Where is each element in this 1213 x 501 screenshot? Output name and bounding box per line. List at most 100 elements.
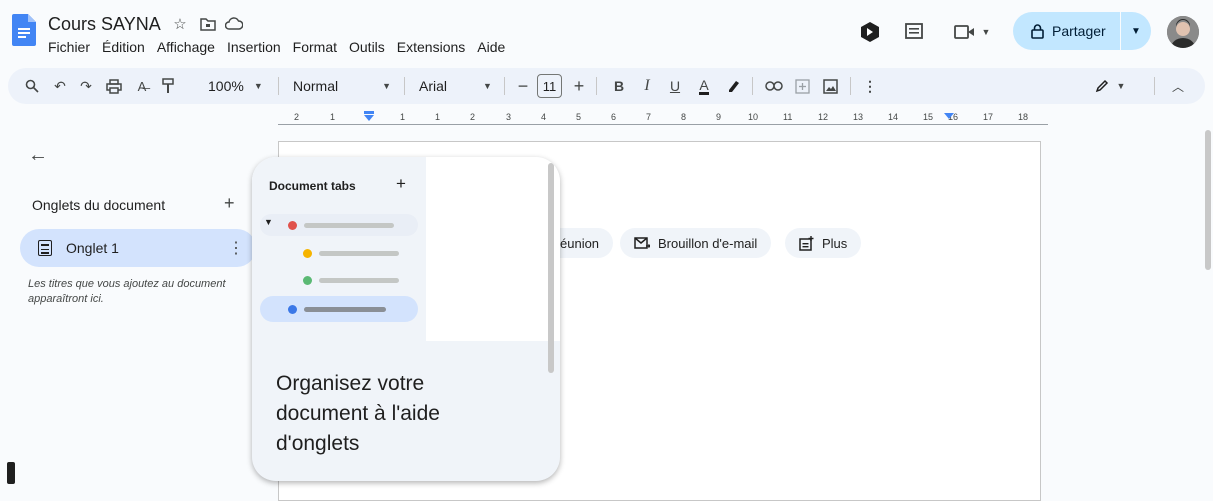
menu-insertion[interactable]: Insertion xyxy=(221,39,287,55)
text-color-button[interactable]: A xyxy=(692,68,716,104)
zoom-value: 100% xyxy=(208,78,244,94)
illustration-tab-row xyxy=(260,242,418,264)
popup-heading: Organisez votre document à l'aide d'ongl… xyxy=(276,372,440,455)
illustration-tab-row-selected xyxy=(260,296,418,322)
decrease-font-size-icon[interactable]: − xyxy=(512,68,534,104)
email-draft-chip[interactable]: Brouillon d'e-mail xyxy=(620,228,772,258)
editing-mode-icon[interactable]: ▼ xyxy=(1090,68,1130,104)
ruler-tick: 2 xyxy=(470,112,476,122)
zoom-select[interactable]: 100% ▼ xyxy=(208,68,263,104)
sidebar-item-onglet-1[interactable]: Onglet 1 ⋮ xyxy=(20,229,256,267)
ruler-tick: 4 xyxy=(541,112,547,122)
ruler-tick: 14 xyxy=(888,112,899,122)
print-icon[interactable] xyxy=(102,68,126,104)
menu-extensions[interactable]: Extensions xyxy=(391,39,471,55)
tab-more-icon[interactable]: ⋮ xyxy=(228,238,244,258)
more-options-icon[interactable]: ⋮ xyxy=(858,68,882,104)
illustration-bar xyxy=(319,278,399,283)
docs-logo-icon[interactable] xyxy=(12,14,36,46)
gemini-icon[interactable] xyxy=(858,20,882,44)
font-size-input[interactable]: 11 xyxy=(537,74,562,98)
share-button[interactable]: Partager ▼ xyxy=(1013,12,1151,50)
menu-fichier[interactable]: Fichier xyxy=(42,39,96,55)
toolbar-divider xyxy=(1154,77,1155,95)
highlight-icon[interactable] xyxy=(722,68,744,104)
more-chip[interactable]: Plus xyxy=(785,228,862,258)
underline-button[interactable]: U xyxy=(664,68,686,104)
menu-aide[interactable]: Aide xyxy=(471,39,511,55)
header: Cours SAYNA ☆ Fichier Édition Affichage … xyxy=(0,0,1213,62)
illustration-panel: Document tabs + ▼ xyxy=(252,157,426,341)
menu-outils[interactable]: Outils xyxy=(343,39,391,55)
ruler-tick: 7 xyxy=(646,112,652,122)
redo-icon[interactable]: ↷ xyxy=(74,68,98,104)
popup-scrollbar[interactable] xyxy=(548,163,554,373)
popup-illustration: Document tabs + ▼ xyxy=(252,157,560,341)
illustration-bar xyxy=(304,307,386,312)
avatar[interactable] xyxy=(1167,16,1199,48)
lock-icon xyxy=(1031,23,1044,39)
ruler-tick: 1 xyxy=(400,112,406,122)
email-icon xyxy=(634,237,650,249)
side-handle[interactable] xyxy=(7,462,15,484)
right-indent-marker[interactable] xyxy=(943,111,955,123)
illustration-dot xyxy=(288,305,297,314)
bold-button[interactable]: B xyxy=(608,68,630,104)
share-label: Partager xyxy=(1052,23,1106,39)
ruler-tick: 18 xyxy=(1018,112,1029,122)
comments-icon[interactable] xyxy=(902,20,926,44)
cloud-status-icon[interactable] xyxy=(224,14,244,34)
meet-icon[interactable]: ▼ xyxy=(952,20,992,44)
menu-bar: Fichier Édition Affichage Insertion Form… xyxy=(42,39,511,55)
menu-edition[interactable]: Édition xyxy=(96,39,151,55)
illustration-plus-icon: + xyxy=(396,174,406,193)
back-arrow-icon[interactable]: ← xyxy=(28,144,48,167)
font-value: Arial xyxy=(419,78,448,94)
menu-format[interactable]: Format xyxy=(287,39,343,55)
increase-font-size-icon[interactable]: + xyxy=(568,68,590,104)
tabs-heading: Onglets du document xyxy=(32,197,166,213)
style-select[interactable]: Normal ▼ xyxy=(293,68,391,104)
document-title[interactable]: Cours SAYNA xyxy=(48,14,161,35)
paint-format-icon[interactable] xyxy=(156,68,180,104)
link-icon[interactable] xyxy=(762,68,786,104)
toolbar-divider xyxy=(752,77,753,95)
ruler-tick: 9 xyxy=(716,112,722,122)
add-tab-icon[interactable]: + xyxy=(224,193,235,214)
menu-affichage[interactable]: Affichage xyxy=(151,39,221,55)
share-main[interactable]: Partager xyxy=(1013,12,1121,50)
document-icon xyxy=(38,240,52,256)
star-icon[interactable]: ☆ xyxy=(170,14,190,34)
left-indent-marker[interactable] xyxy=(363,111,375,123)
italic-button[interactable]: I xyxy=(636,68,658,104)
tab-label: Onglet 1 xyxy=(66,240,119,256)
share-dropdown[interactable]: ▼ xyxy=(1121,26,1151,37)
add-comment-icon[interactable] xyxy=(790,68,814,104)
toolbar-divider xyxy=(278,77,279,95)
ruler-baseline xyxy=(278,124,1048,125)
ruler-tick: 10 xyxy=(748,112,759,122)
scrollbar[interactable] xyxy=(1205,130,1211,270)
move-folder-icon[interactable] xyxy=(198,14,218,34)
spellcheck-icon[interactable]: A̶ xyxy=(130,68,154,104)
undo-icon[interactable]: ↶ xyxy=(48,68,72,104)
illustration-dot xyxy=(303,249,312,258)
illustration-title: Document tabs xyxy=(269,179,356,193)
more-chip-label: Plus xyxy=(822,235,848,251)
illustration-tab-row xyxy=(260,269,418,291)
illustration-bar xyxy=(304,223,394,228)
ruler-tick: 6 xyxy=(611,112,617,122)
insert-image-icon[interactable] xyxy=(818,68,842,104)
hide-menus-icon[interactable]: ︿ xyxy=(1166,68,1190,104)
illustration-tab-row: ▼ xyxy=(260,214,418,236)
tabs-onboarding-popup: Document tabs + ▼ Organisez votre docume… xyxy=(252,157,560,481)
font-select[interactable]: Arial ▼ xyxy=(419,68,492,104)
illustration-caret-icon: ▼ xyxy=(264,217,273,227)
toolbar: ↶ ↷ A̶ 100% ▼ Normal ▼ Arial ▼ − + B I U… xyxy=(8,68,1205,104)
ruler-tick: 8 xyxy=(681,112,687,122)
toolbar-divider xyxy=(404,77,405,95)
ruler-tick: 5 xyxy=(576,112,582,122)
search-menus-icon[interactable] xyxy=(20,68,44,104)
illustration-dot xyxy=(288,221,297,230)
ruler-tick: 13 xyxy=(853,112,864,122)
